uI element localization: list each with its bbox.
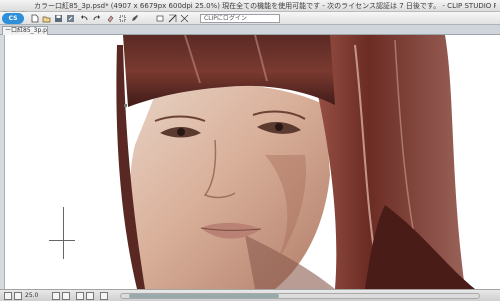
transform-icon[interactable] xyxy=(118,14,127,23)
window-controls[interactable] xyxy=(2,2,30,17)
zoom-out-icon[interactable] xyxy=(52,292,60,300)
tab-document[interactable]: ー口紅85_3p.psd* xyxy=(2,26,48,35)
window-title: カラー口紅85_3p.psd* (4907 x 6679px 600dpi 25… xyxy=(34,2,496,10)
open-icon[interactable] xyxy=(42,14,51,23)
new-icon[interactable] xyxy=(30,14,39,23)
title-bar: カラー口紅85_3p.psd* (4907 x 6679px 600dpi 25… xyxy=(0,0,500,17)
rotate-left-icon[interactable] xyxy=(76,292,84,300)
canvas-area[interactable] xyxy=(5,35,500,289)
layer-icon[interactable] xyxy=(156,14,165,23)
erase-icon[interactable] xyxy=(106,14,115,23)
crosshair-horizontal xyxy=(49,240,75,241)
save-icon[interactable] xyxy=(54,14,63,23)
fit-icon[interactable] xyxy=(14,292,22,300)
rotate-right-icon[interactable] xyxy=(86,292,94,300)
ruler-icon[interactable] xyxy=(168,14,177,23)
guide-marker xyxy=(124,104,127,107)
pen-icon[interactable] xyxy=(130,14,139,23)
clip-studio-logo[interactable]: CS xyxy=(2,13,24,24)
redo-icon[interactable] xyxy=(92,14,101,23)
snap-icon[interactable] xyxy=(180,14,189,23)
horizontal-scrollbar[interactable] xyxy=(120,293,480,299)
undo-icon[interactable] xyxy=(80,14,89,23)
zoom-in-icon[interactable] xyxy=(62,292,70,300)
status-bar: 25.0 xyxy=(0,289,500,301)
crosshair-vertical xyxy=(63,207,64,259)
document-tab-bar: ー口紅85_3p.psd* xyxy=(0,25,500,35)
zoom-level[interactable]: 25.0 xyxy=(25,291,38,300)
flip-icon[interactable] xyxy=(100,292,108,300)
clip-login-menu[interactable]: CLIPにログイン xyxy=(200,14,280,23)
navigator-icon[interactable] xyxy=(4,292,12,300)
scrollbar-thumb[interactable] xyxy=(129,294,279,298)
save-as-icon[interactable] xyxy=(66,14,75,23)
command-bar: CS CLIPにログイン xyxy=(0,12,500,25)
artwork xyxy=(116,35,475,289)
